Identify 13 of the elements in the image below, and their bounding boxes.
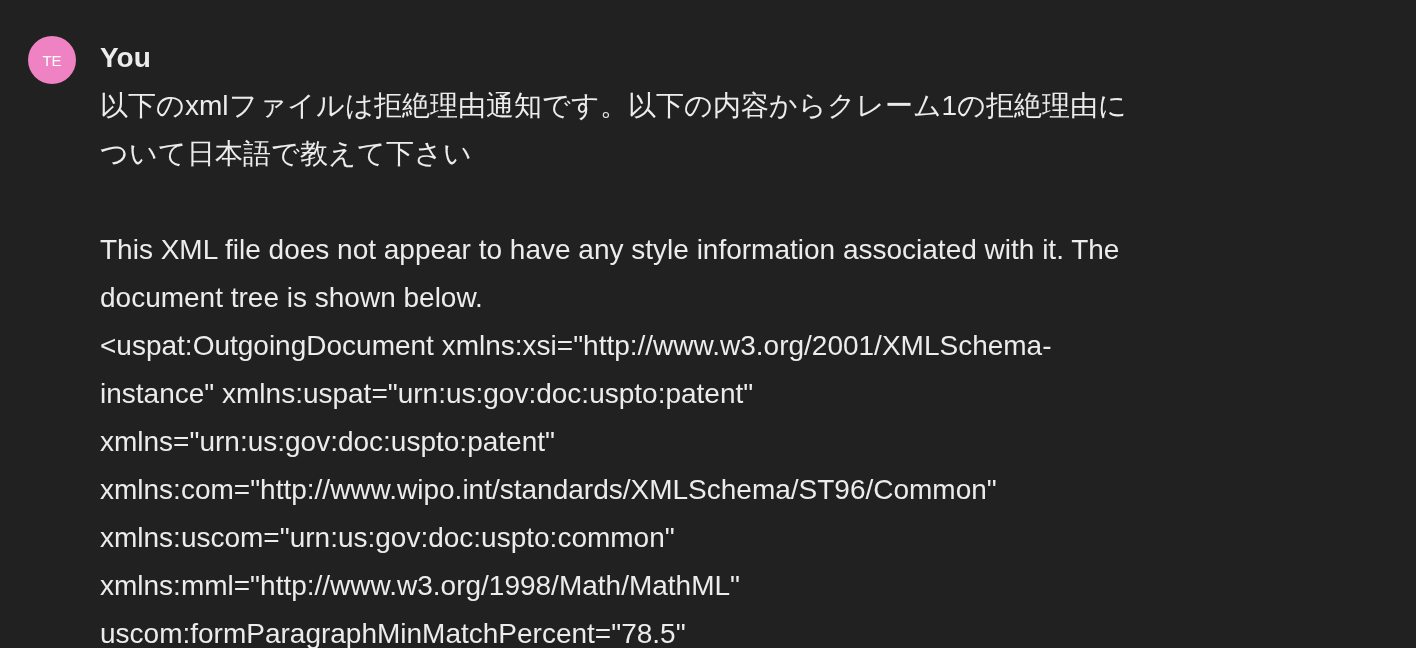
message-text-line: xmlns:uscom="urn:us:gov:doc:uspto:common" [100, 521, 676, 555]
author-name: You [100, 41, 152, 75]
message-text-line: xmlns:mml="http://www.w3.org/1998/Math/MathML" [100, 569, 741, 603]
user-avatar: TE [28, 36, 76, 84]
message-text-line: xmlns="urn:us:gov:doc:uspto:patent" [100, 425, 556, 459]
message-text-line: instance" xmlns:uspat="urn:us:gov:doc:uspto:patent" [100, 377, 755, 411]
message-text-line: document tree is shown below. [100, 281, 484, 315]
message-text-line: ついて日本語で教えて下さい [100, 137, 473, 171]
message-text-line: 以下のxmlファイルは拒絶理由通知です。以下の内容からクレーム1の拒絶理由に [100, 89, 1128, 123]
message-text-line: <uspat:OutgoingDocument xmlns:xsi="http://www.w3.org/2001/XMLSchema- [100, 329, 1053, 363]
message-text-line: uscom:formParagraphMinMatchPercent="78.5" [100, 617, 687, 648]
message-text-line: This XML file does not appear to have any style information associated with it. The [100, 233, 1121, 267]
message-text-line: xmlns:com="http://www.wipo.int/standards/XMLSchema/ST96/Common" [100, 473, 998, 507]
